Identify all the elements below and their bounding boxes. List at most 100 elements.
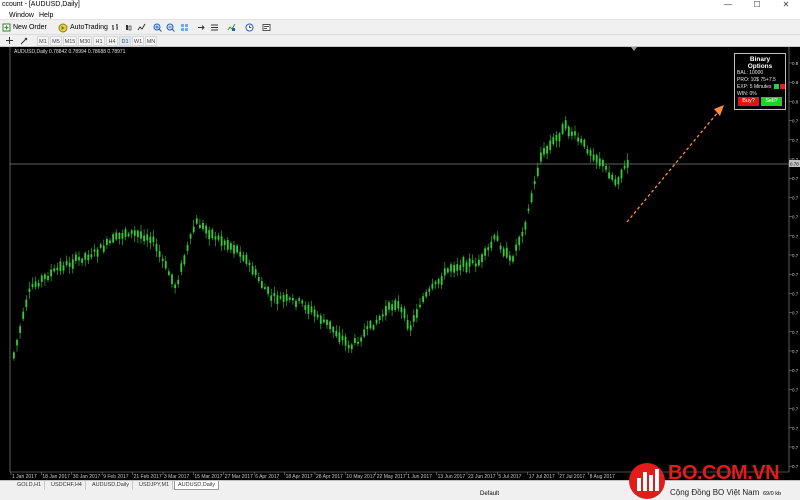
brand-watermark: BO.COM.VN Cộng Đồng BO Việt Nam xyxy=(626,460,800,500)
candle-body xyxy=(183,255,186,265)
price-tick-label: 0.7 xyxy=(792,426,799,431)
candle-body xyxy=(434,281,437,285)
tf-m15[interactable]: M15 xyxy=(63,36,77,46)
tf-d1[interactable]: D1 xyxy=(119,36,131,46)
candle-body xyxy=(323,319,325,323)
periods-icon[interactable] xyxy=(245,23,254,32)
tile-windows-icon[interactable] xyxy=(180,23,189,32)
candle-body xyxy=(518,236,521,246)
price-tick-label: 0.7 xyxy=(792,445,799,450)
autoscroll-icon[interactable] xyxy=(210,23,219,32)
candle-body xyxy=(248,262,251,266)
candle-body xyxy=(180,263,183,272)
candle-body xyxy=(617,177,620,185)
candle-body xyxy=(527,208,530,211)
chart-shift-icon[interactable] xyxy=(197,23,206,32)
candle-body xyxy=(81,258,83,263)
candle-body xyxy=(509,255,511,261)
candle-body xyxy=(561,124,564,134)
candle-body xyxy=(505,247,508,258)
candle-body xyxy=(230,243,232,250)
candle-body xyxy=(285,294,288,301)
timeframe-toolbar: M1 M5 M15 M30 H1 H4 D1 W1 MN xyxy=(0,35,800,47)
candle-body xyxy=(62,265,65,271)
tf-h4[interactable]: H4 xyxy=(106,36,118,46)
brand-logo-icon xyxy=(629,463,665,499)
tab-audusd-daily-active[interactable]: AUDUSD,Daily xyxy=(174,481,219,490)
crosshair-icon[interactable] xyxy=(5,36,14,45)
tab-gold-h1[interactable]: GOLD,H1 xyxy=(14,481,46,490)
tab-usdjpy-m1[interactable]: USDJPY,M1 xyxy=(136,481,174,490)
candle-body xyxy=(540,152,542,162)
candle-body xyxy=(419,304,421,308)
candle-body xyxy=(391,304,393,311)
price-tick-label: 0.7 xyxy=(792,176,799,181)
candle-body xyxy=(521,232,524,237)
menu-window[interactable]: Window xyxy=(9,12,34,19)
maximize-button[interactable]: ☐ xyxy=(751,0,763,11)
candle-body xyxy=(158,251,161,258)
buy-button[interactable]: Buy? xyxy=(738,97,759,106)
candle-body xyxy=(453,264,455,273)
price-chart[interactable]: 0.8 0.8 0.8 0.7 0.7 0.7 0.7 0.7 0.7 0.7 0.7 0.7 0.7 0… xyxy=(0,47,800,480)
templates-icon[interactable] xyxy=(262,23,271,32)
candle-body xyxy=(602,159,604,167)
candlestick-chart[interactable]: 0.8 0.8 0.8 0.7 0.7 0.7 0.7 0.7 0.7 0.7 0.7 0.7 0.7 0… xyxy=(0,47,800,480)
candle-body xyxy=(524,222,527,230)
brand-name: BO.COM.VN xyxy=(668,462,780,484)
candle-body xyxy=(90,254,93,258)
new-order-button[interactable]: New Order xyxy=(2,22,47,33)
price-tick-label: 0.7 xyxy=(792,215,799,220)
tf-m30[interactable]: M30 xyxy=(78,36,92,46)
tf-w1[interactable]: W1 xyxy=(132,36,144,46)
minimize-button[interactable]: — xyxy=(722,0,734,11)
candle-body xyxy=(571,131,573,136)
auto-trading-button[interactable]: AutoTrading xyxy=(58,22,108,33)
price-tick-label: 0.7 xyxy=(792,387,799,392)
new-order-label: New Order xyxy=(13,24,47,31)
candle-body xyxy=(84,252,87,260)
candle-body xyxy=(338,332,341,343)
candle-body xyxy=(484,248,486,256)
tab-audusd-daily-1[interactable]: AUDUSD,Daily xyxy=(89,481,133,490)
candle-body xyxy=(25,299,28,308)
candle-body xyxy=(595,155,598,163)
candle-body xyxy=(298,298,300,301)
candle-body xyxy=(372,325,375,330)
tf-mn[interactable]: MN xyxy=(145,36,157,46)
candle-body xyxy=(459,265,462,271)
indicators-icon[interactable] xyxy=(227,23,236,32)
candle-body xyxy=(567,126,570,137)
tf-m1[interactable]: M1 xyxy=(37,36,49,46)
sell-button[interactable]: Sell? xyxy=(761,97,782,106)
candle-body xyxy=(242,254,245,261)
candle-body xyxy=(397,301,400,309)
tf-h1[interactable]: H1 xyxy=(93,36,105,46)
zoom-in-icon[interactable] xyxy=(153,23,162,32)
close-button[interactable]: ✕ xyxy=(780,0,792,11)
candle-body xyxy=(416,309,418,318)
candle-body xyxy=(205,225,207,234)
expiry-increase-button[interactable] xyxy=(780,84,786,90)
expiry-decrease-button[interactable] xyxy=(773,84,779,90)
price-tick-label: 0.7 xyxy=(792,234,799,239)
tf-m5[interactable]: M5 xyxy=(50,36,62,46)
menu-help[interactable]: Help xyxy=(39,12,53,19)
bar-chart-icon[interactable] xyxy=(111,23,120,32)
candle-body xyxy=(220,236,223,246)
binary-options-title: Binary Options xyxy=(747,56,773,70)
candlestick-icon[interactable] xyxy=(124,23,133,32)
candle-body xyxy=(143,235,145,242)
chart-shift-marker xyxy=(631,47,637,51)
candle-body xyxy=(146,234,149,241)
candle-body xyxy=(267,286,269,294)
candle-body xyxy=(381,314,384,317)
tab-usdchf-h4[interactable]: USDCHF,H4 xyxy=(48,481,86,490)
candle-body xyxy=(270,295,273,301)
candle-body xyxy=(403,308,406,319)
candle-body xyxy=(614,179,617,186)
candle-body xyxy=(186,244,189,251)
zoom-out-icon[interactable] xyxy=(166,23,175,32)
line-chart-icon[interactable] xyxy=(137,23,146,32)
draw-tools-icon[interactable] xyxy=(20,36,29,45)
